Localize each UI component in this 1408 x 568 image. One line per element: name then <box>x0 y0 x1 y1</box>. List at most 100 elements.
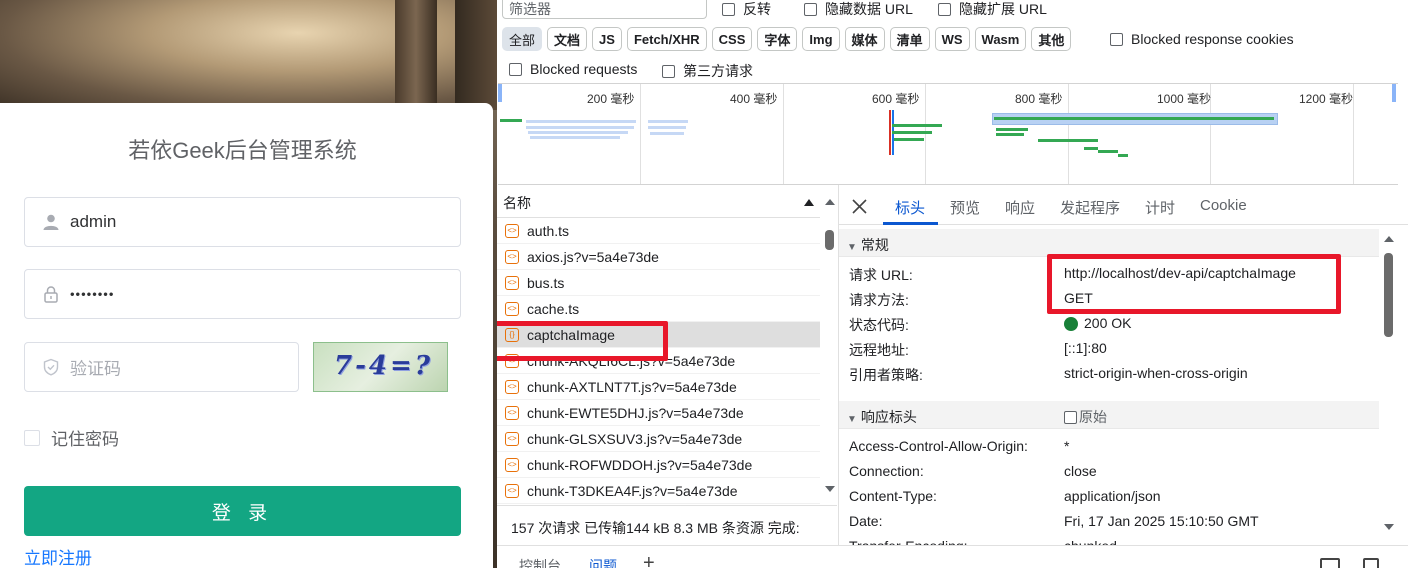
raw-label: 原始 <box>1079 409 1107 425</box>
timeline-label: 800 毫秒 <box>1015 92 1063 106</box>
request-list-scrollbar[interactable] <box>823 199 837 505</box>
header-value: application/json <box>1064 488 1161 504</box>
timeline-bar <box>528 131 628 134</box>
filter-input[interactable]: 筛选器 <box>502 0 707 19</box>
scroll-down-arrow-icon[interactable] <box>1383 523 1395 531</box>
network-overview-timeline[interactable]: 200 毫秒 400 毫秒 600 毫秒 800 毫秒 1000 毫秒 1200… <box>498 83 1398 185</box>
detail-scrollbar[interactable] <box>1382 233 1396 543</box>
close-icon[interactable] <box>851 198 868 215</box>
checkbox-box[interactable] <box>509 63 522 76</box>
scroll-down-arrow-icon[interactable] <box>824 485 836 493</box>
request-row[interactable]: <> chunk-ROFWDDOH.js?v=5a4e73de <box>497 452 820 478</box>
header-value: strict-origin-when-cross-origin <box>1064 365 1248 381</box>
captcha-code-field[interactable]: 验证码 <box>24 342 299 392</box>
timeline-bar <box>1038 139 1098 142</box>
blocked-response-cookies-checkbox[interactable]: Blocked response cookies <box>1110 31 1294 47</box>
checkbox-box[interactable] <box>1064 411 1077 424</box>
tab-initiator[interactable]: 发起程序 <box>1060 197 1120 218</box>
filter-media-button[interactable]: 媒体 <box>844 27 885 51</box>
expand-triangle-icon: ▼ <box>847 414 857 425</box>
request-row[interactable]: <> bus.ts <box>497 270 820 296</box>
devtools-network-panel: 筛选器 反转 隐藏数据 URL 隐藏扩展 URL 全部 文档 JS Fetch/… <box>497 0 1408 568</box>
request-row[interactable]: <> chunk-EWTE5DHJ.js?v=5a4e73de <box>497 400 820 426</box>
network-status-bar: 157 次请求 已传输144 kB 8.3 MB 条资源 完成: <box>497 505 837 545</box>
invert-checkbox[interactable]: 反转 <box>722 0 771 19</box>
login-button[interactable]: 登 录 <box>24 486 461 536</box>
filter-manifest-button[interactable]: 清单 <box>889 27 930 51</box>
captcha-image[interactable]: 7-4=? <box>313 342 448 392</box>
tab-preview[interactable]: 预览 <box>950 197 980 218</box>
checkbox-box[interactable] <box>1110 33 1123 46</box>
filter-ws-button[interactable]: WS <box>934 27 970 51</box>
timeline-bar <box>648 120 688 123</box>
header-value: * <box>1064 438 1070 454</box>
filter-wasm-button[interactable]: Wasm <box>974 27 1027 51</box>
filter-js-button[interactable]: JS <box>592 27 622 51</box>
tab-timing[interactable]: 计时 <box>1145 197 1175 218</box>
tab-response[interactable]: 响应 <box>1005 197 1035 218</box>
request-row[interactable]: <> chunk-T3DKEA4F.js?v=5a4e73de <box>497 478 820 504</box>
raw-checkbox[interactable]: 原始 <box>1064 407 1107 427</box>
tab-console[interactable]: 控制台 <box>519 556 561 568</box>
filter-font-button[interactable]: 字体 <box>757 27 798 51</box>
hide-extension-url-label: 隐藏扩展 URL <box>959 1 1047 17</box>
dock-icon[interactable] <box>1320 558 1340 568</box>
timeline-load-marker <box>889 110 891 155</box>
register-link[interactable]: 立即注册 <box>24 544 92 568</box>
timeline-bar <box>648 126 686 129</box>
response-headers-section-header[interactable]: ▼ 响应标头 原始 <box>839 401 1379 429</box>
settings-panel-icon[interactable] <box>1363 558 1379 568</box>
request-row[interactable]: <> chunk-AXTLNT7T.js?v=5a4e73de <box>497 374 820 400</box>
scrollbar-thumb[interactable] <box>1384 253 1393 337</box>
header-value: 200 OK <box>1084 315 1132 331</box>
add-tab-icon[interactable]: + <box>643 552 655 568</box>
timeline-bar <box>526 120 636 123</box>
request-row[interactable]: <> chunk-GLSXSUV3.js?v=5a4e73de <box>497 426 820 452</box>
filter-doc-button[interactable]: 文档 <box>547 27 588 51</box>
script-file-icon: <> <box>505 275 519 290</box>
detail-tabs: 标头 预览 响应 发起程序 计时 Cookie <box>839 185 1408 225</box>
request-row[interactable]: <> auth.ts <box>497 218 820 244</box>
request-row[interactable]: <> axios.js?v=5a4e73de <box>497 244 820 270</box>
sort-ascending-icon[interactable] <box>803 197 815 207</box>
timeline-label: 400 毫秒 <box>730 92 778 106</box>
checkbox-box[interactable] <box>804 3 817 16</box>
checkbox-box[interactable] <box>662 65 675 78</box>
request-list-header[interactable]: 名称 <box>497 185 820 218</box>
filter-all-button[interactable]: 全部 <box>502 27 543 51</box>
blocked-requests-checkbox[interactable]: Blocked requests <box>509 61 637 77</box>
name-column-header: 名称 <box>503 195 531 211</box>
timeline-left-handle[interactable] <box>498 84 502 102</box>
header-value: chunked <box>1064 538 1117 545</box>
tab-issues[interactable]: 问题 <box>589 556 617 568</box>
scroll-up-arrow-icon[interactable] <box>824 198 836 206</box>
filter-css-button[interactable]: CSS <box>711 27 753 51</box>
timeline-right-handle[interactable] <box>1392 84 1396 102</box>
tab-cookies[interactable]: Cookie <box>1200 197 1247 214</box>
request-row[interactable]: <> cache.ts <box>497 296 820 322</box>
username-field[interactable]: admin <box>24 197 461 247</box>
background-photo <box>0 0 497 110</box>
hide-extension-url-checkbox[interactable]: 隐藏扩展 URL <box>938 0 1047 19</box>
checkbox-box[interactable] <box>938 3 951 16</box>
login-title: 若依Geek后台管理系统 <box>128 138 357 163</box>
filter-img-button[interactable]: Img <box>802 27 840 51</box>
scroll-up-arrow-icon[interactable] <box>1383 235 1395 243</box>
checkbox-box[interactable] <box>722 3 735 16</box>
password-field[interactable]: •••••••• <box>24 269 461 319</box>
username-value: admin <box>70 212 117 231</box>
scrollbar-thumb[interactable] <box>825 230 834 250</box>
third-party-requests-checkbox[interactable]: 第三方请求 <box>662 61 753 81</box>
remember-password-checkbox[interactable]: 记住密码 <box>24 425 119 450</box>
tab-headers[interactable]: 标头 <box>895 197 925 218</box>
filter-other-button[interactable]: 其他 <box>1031 27 1072 51</box>
general-section-header[interactable]: ▼ 常规 <box>839 229 1379 257</box>
hide-data-url-checkbox[interactable]: 隐藏数据 URL <box>804 0 913 19</box>
request-name: chunk-T3DKEA4F.js?v=5a4e73de <box>527 482 738 499</box>
filter-fetch-xhr-button[interactable]: Fetch/XHR <box>626 27 707 51</box>
checkbox-box[interactable] <box>24 429 40 446</box>
header-key: Date: <box>849 513 883 529</box>
request-name: auth.ts <box>527 222 570 239</box>
timeline-label: 1000 毫秒 <box>1157 92 1212 106</box>
script-file-icon: <> <box>505 249 519 264</box>
